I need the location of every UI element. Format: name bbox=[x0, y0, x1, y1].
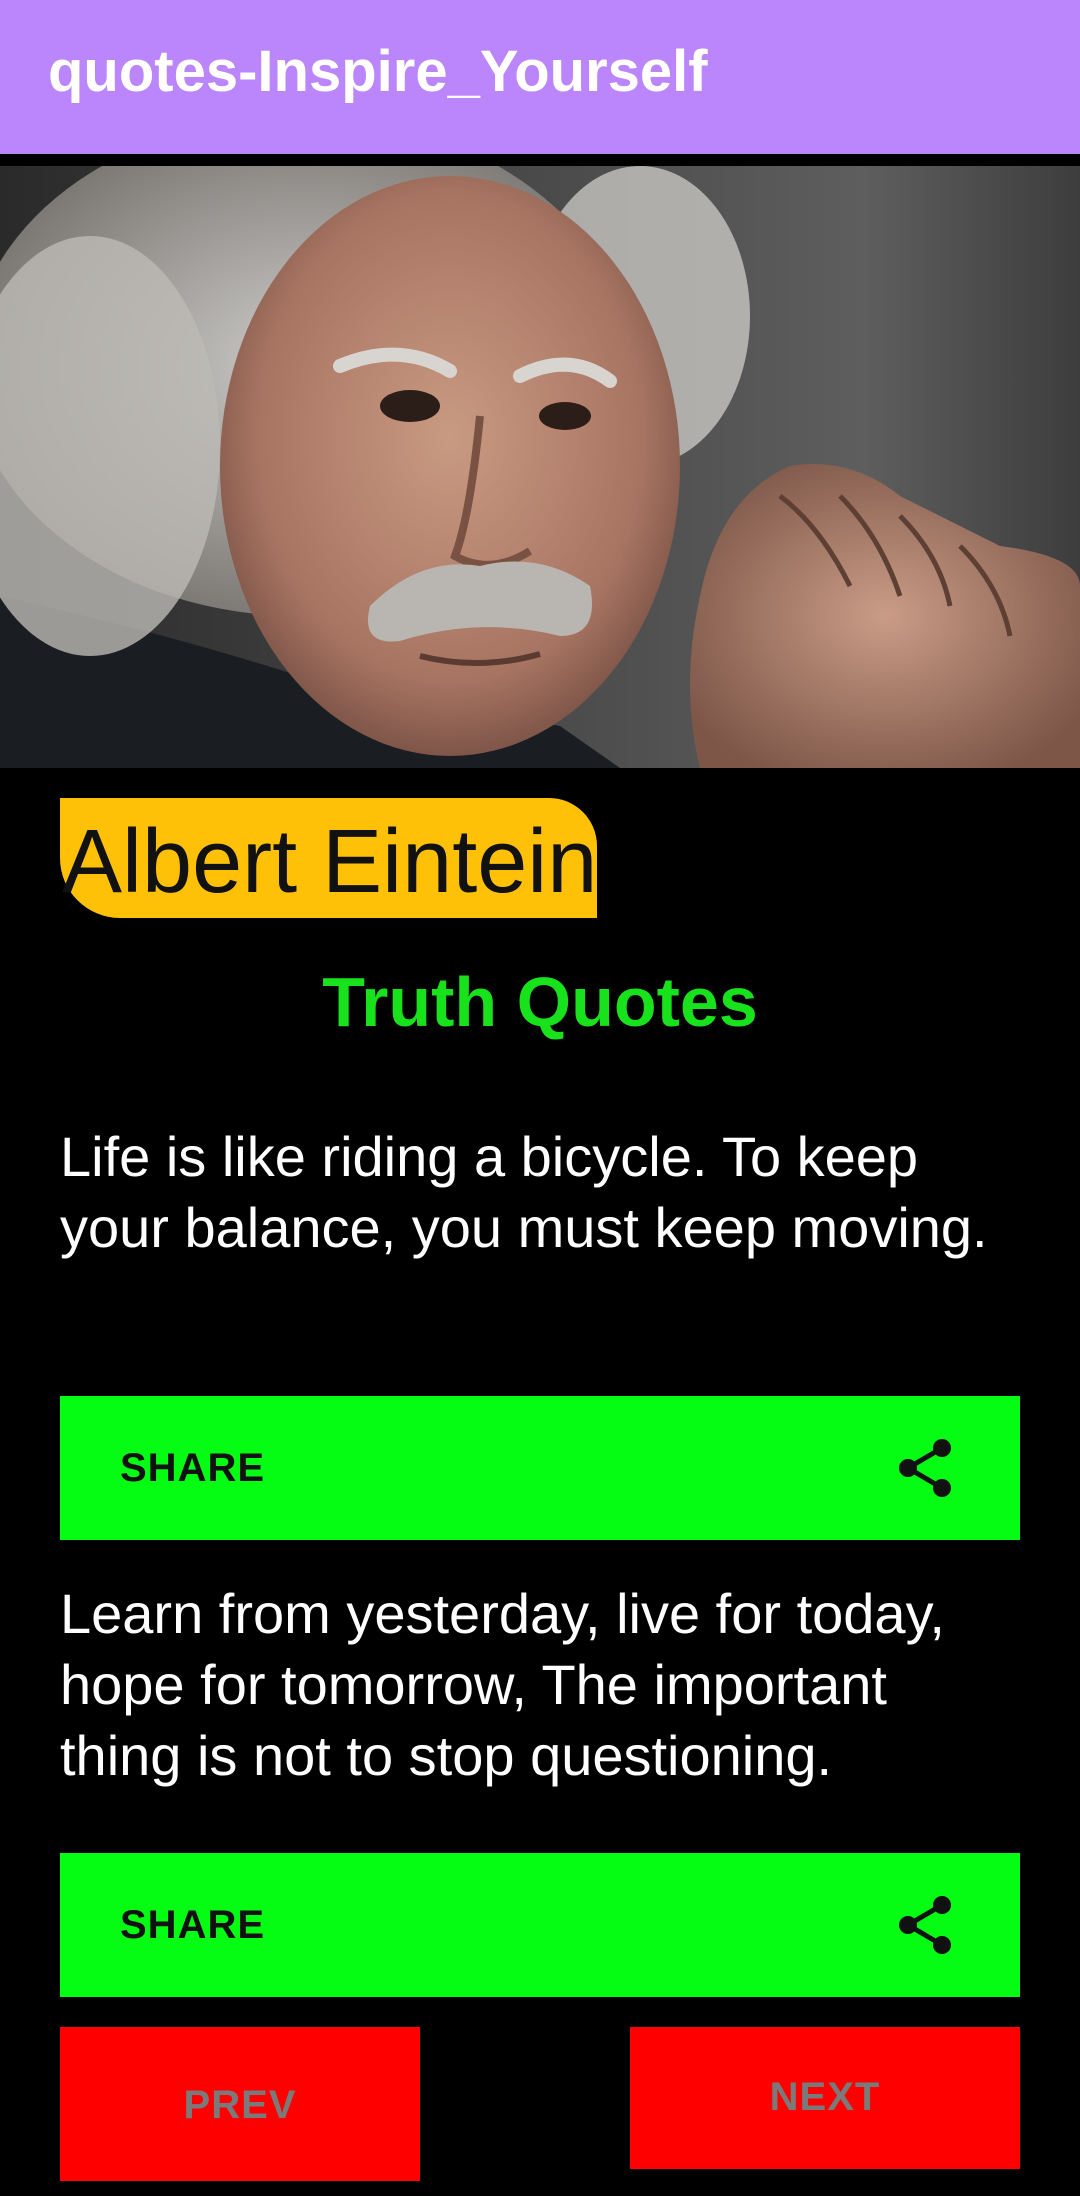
author-photo bbox=[0, 166, 1080, 768]
share-icon bbox=[899, 1439, 951, 1497]
app-title: quotes-Inspire_Yourself bbox=[48, 39, 708, 104]
quote-text: Learn from yesterday, live for today, ho… bbox=[60, 1582, 945, 1787]
share-button[interactable]: SHARE bbox=[60, 1853, 1020, 1997]
next-button[interactable]: NEXT bbox=[630, 2027, 1020, 2169]
prev-button-label: PREV bbox=[183, 2083, 297, 2127]
share-button[interactable]: SHARE bbox=[60, 1396, 1020, 1540]
author-name: Albert Eintein bbox=[62, 812, 598, 912]
share-button-label: SHARE bbox=[120, 1446, 266, 1490]
quote-text: Life is like riding a bicycle. To keep y… bbox=[60, 1125, 988, 1259]
next-button-label: NEXT bbox=[769, 2075, 881, 2119]
prev-button[interactable]: PREV bbox=[60, 2027, 420, 2181]
app-bar: quotes-Inspire_Yourself bbox=[0, 0, 1080, 154]
share-icon bbox=[899, 1896, 951, 1954]
share-button-label: SHARE bbox=[120, 1903, 266, 1947]
category-title: Truth Quotes bbox=[322, 963, 758, 1041]
